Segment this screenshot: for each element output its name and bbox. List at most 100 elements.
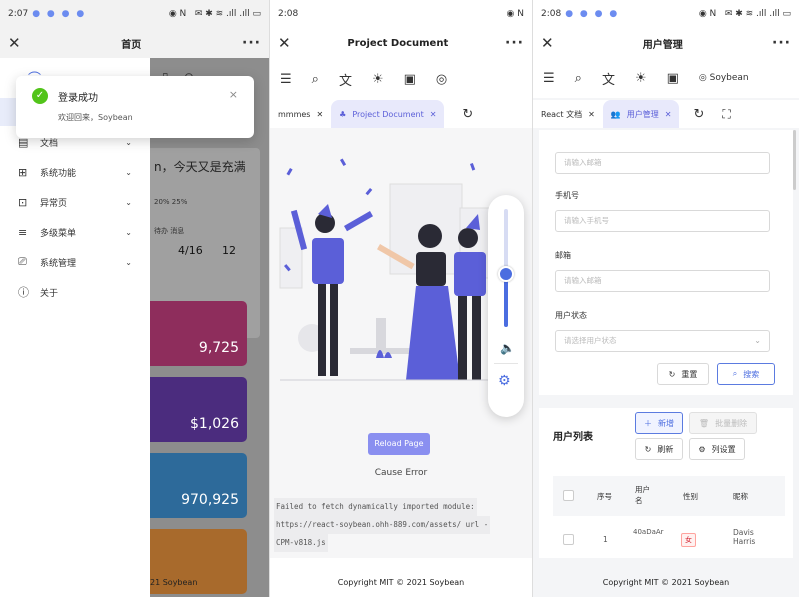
cell-nickname: Davis Harris	[733, 528, 756, 546]
row-checkbox[interactable]	[563, 534, 574, 545]
users-icon: 👥	[610, 109, 621, 119]
close-icon[interactable]: ✕	[278, 34, 291, 52]
footer: 21 Soybean	[150, 578, 198, 587]
stat-card-visits: 9,725	[150, 301, 247, 366]
status-select[interactable]: 请选择用户状态 ⌄	[555, 330, 770, 352]
page-title: 首页	[121, 39, 142, 51]
tab-project-document[interactable]: ♣ Project Document ✕	[331, 100, 445, 128]
grid-icon: ⊞	[18, 165, 28, 179]
status-bar: 2:07 ● ● ● ● ◉ N ✉ ✱ ≋ .ıll .ıll ▭	[0, 0, 269, 28]
volume-knob[interactable]	[498, 265, 514, 282]
title-bar: ✕ 用户管理 ···	[533, 28, 799, 58]
search-icon[interactable]: ⌕	[575, 71, 582, 86]
menu-label: 系统管理	[40, 258, 77, 269]
chevron-down-icon: ⌄	[125, 197, 132, 207]
error-line: Failed to fetch dynamically imported mod…	[274, 498, 477, 516]
email-input[interactable]: 请输入邮箱	[555, 152, 770, 174]
close-icon[interactable]: ✕	[588, 110, 595, 119]
user-avatar-icon[interactable]: ◎	[436, 72, 447, 87]
reload-icon[interactable]: ↻	[693, 107, 704, 122]
user-avatar[interactable]: ◎ Soybean	[699, 73, 749, 83]
close-icon[interactable]: ✕	[430, 110, 437, 119]
more-icon[interactable]: ···	[772, 35, 791, 51]
button-label: 新增	[658, 418, 674, 428]
close-icon[interactable]: ✕	[665, 110, 672, 119]
close-icon[interactable]: ✕	[316, 110, 323, 119]
todo-value: 4/16	[178, 244, 203, 257]
search-icon[interactable]: ⌕	[312, 72, 319, 87]
reset-icon: ↻	[668, 369, 676, 379]
book-icon[interactable]: ▣	[667, 71, 679, 86]
select-all-checkbox[interactable]	[563, 490, 574, 501]
chevron-down-icon: ⌄	[125, 257, 132, 267]
close-icon[interactable]: ✕	[8, 34, 21, 52]
book-icon[interactable]: ▣	[404, 72, 416, 87]
translate-icon[interactable]: 文	[602, 69, 615, 88]
document-panel: 2:08 ◉ N ✕ Project Document ··· ☰ ⌕ 文 ☀ …	[270, 0, 532, 597]
tab-label: React 文档	[541, 109, 583, 119]
theme-sun-icon[interactable]: ☀	[372, 72, 384, 87]
menu-item-exception[interactable]: ⊡ 异常页 ⌄	[0, 188, 150, 216]
toast-close-icon[interactable]: ×	[229, 88, 238, 101]
add-user-button[interactable]: ＋ 新增	[635, 412, 683, 434]
title-bar: ✕ Project Document ···	[270, 28, 532, 58]
theme-sun-icon[interactable]: ☀	[635, 71, 647, 86]
tab-label: 用户管理	[626, 109, 659, 119]
side-drawer: ⌒ ▤ 文档 ⌄ ⊞ 系统功能 ⌄ ⊡ 异常页 ⌄ ≡ 多级菜单 ⌄	[0, 58, 150, 597]
table-row[interactable]: 1 40aDaAr 女 Davis Harris	[553, 520, 785, 560]
reload-icon[interactable]: ↻	[462, 107, 473, 122]
user-list-card: 用户列表 ＋ 新增 🗑 批量删除 ↻ 刷新 ⚙ 列设置 序号 用户名 性别 昵称…	[539, 408, 793, 558]
status-time: 2:08	[278, 9, 299, 19]
tab-prev[interactable]: mmmes ✕	[270, 100, 331, 128]
menu-fold-icon[interactable]: ☰	[280, 72, 292, 87]
email-input-2[interactable]: 请输入邮箱	[555, 270, 770, 292]
volume-icon[interactable]: 🔈	[500, 341, 515, 355]
reload-page-button[interactable]: Reload Page	[368, 433, 430, 455]
menu-item-functions[interactable]: ⊞ 系统功能 ⌄	[0, 158, 150, 186]
table-header: 序号 用户名 性别 昵称	[553, 476, 785, 516]
volume-slider-popup[interactable]: 🔈 ⚙	[488, 195, 524, 417]
cause-error-text: Cause Error	[374, 468, 428, 478]
overlay-backdrop[interactable]: ▯ ⊙ n，今天又是充满 20% 25% 待办 消息 4/16 12 9,725…	[150, 58, 269, 597]
close-icon[interactable]: ✕	[541, 34, 554, 52]
refresh-button[interactable]: ↻ 刷新	[635, 438, 683, 460]
tab-react-docs[interactable]: React 文档 ✕	[533, 100, 603, 128]
scrollbar[interactable]	[793, 130, 796, 190]
check-circle-icon: ✓	[32, 88, 48, 104]
search-button[interactable]: ⌕ 搜索	[717, 363, 775, 385]
column-settings-button[interactable]: ⚙ 列设置	[689, 438, 745, 460]
fullscreen-icon[interactable]: ⛶	[722, 107, 730, 122]
chevron-down-icon: ⌄	[125, 227, 132, 237]
batch-delete-button[interactable]: 🗑 批量删除	[689, 412, 757, 434]
tab-user-management[interactable]: 👥 用户管理 ✕	[602, 100, 680, 128]
menu-item-multilevel[interactable]: ≡ 多级菜单 ⌄	[0, 218, 150, 246]
notification-dots-icon: ● ● ● ●	[32, 9, 87, 19]
more-icon[interactable]: ···	[505, 35, 524, 51]
page-title: Project Document	[347, 37, 449, 49]
stat-labels: 待办 消息	[154, 227, 185, 235]
home-panel: 2:07 ● ● ● ● ◉ N ✉ ✱ ≋ .ıll .ıll ▭ ✕ 首页 …	[0, 0, 270, 597]
reset-button[interactable]: ↻ 重置	[657, 363, 709, 385]
status-icons: ◉ N	[506, 9, 524, 19]
menu-item-about[interactable]: ⓘ 关于	[0, 278, 150, 306]
menu-fold-icon[interactable]: ☰	[543, 71, 555, 86]
phone-input[interactable]: 请输入手机号	[555, 210, 770, 232]
gear-icon[interactable]: ⚙	[498, 373, 511, 389]
footer: Copyright MIT © 2021 Soybean	[602, 578, 730, 587]
status-label: 用户状态	[555, 311, 587, 320]
refresh-icon: ↻	[644, 444, 652, 454]
chevron-down-icon: ⌄	[754, 336, 761, 345]
button-label: 列设置	[711, 444, 736, 454]
more-icon[interactable]: ···	[242, 35, 261, 51]
menu-item-system[interactable]: ⎚ 系统管理 ⌄	[0, 248, 150, 276]
status-bar: 2:08 ◉ N	[270, 0, 532, 28]
email-label: 邮箱	[555, 251, 571, 260]
footer: Copyright MIT © 2021 Soybean	[337, 578, 465, 587]
toast-title: 登录成功	[58, 93, 98, 104]
gear-icon: ⚙	[698, 444, 706, 454]
error-line: CPM-v818.js	[274, 534, 328, 552]
menu-label: 多级菜单	[40, 228, 77, 239]
stat-card-turnover: $1,026	[150, 377, 247, 442]
translate-icon[interactable]: 文	[339, 70, 352, 89]
cell-index: 1	[603, 535, 608, 544]
